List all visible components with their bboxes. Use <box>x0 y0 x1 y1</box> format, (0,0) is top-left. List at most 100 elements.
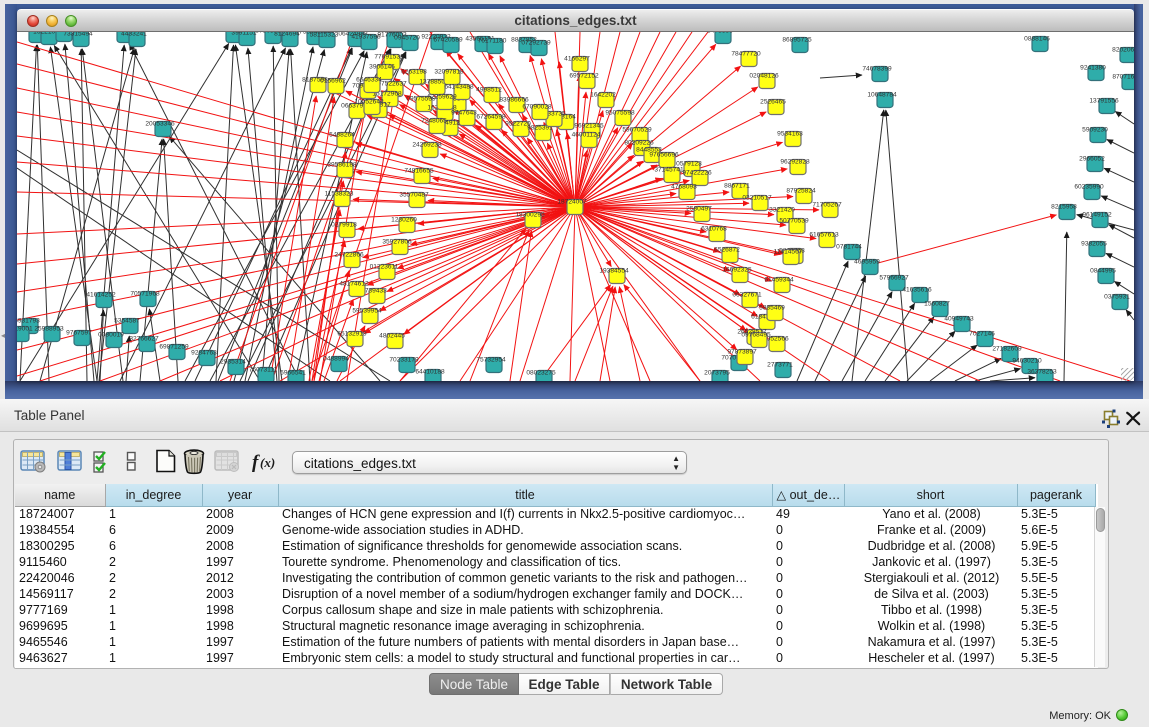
svg-text:5354587: 5354587 <box>114 318 140 325</box>
svg-text:69871259: 69871259 <box>159 344 189 351</box>
svg-text:27182609: 27182609 <box>992 346 1022 353</box>
svg-text:3906146: 3906146 <box>369 64 395 71</box>
svg-text:5488264: 5488264 <box>329 132 355 139</box>
svg-text:86895725: 86895725 <box>782 37 812 44</box>
svg-text:50770539: 50770539 <box>779 218 809 225</box>
svg-text:5835469: 5835469 <box>759 305 785 312</box>
svg-text:96921345: 96921345 <box>574 123 604 130</box>
svg-text:6263198: 6263198 <box>401 69 427 76</box>
svg-text:97656696: 97656696 <box>649 152 679 159</box>
svg-text:1560827: 1560827 <box>924 301 950 308</box>
svg-text:9767597: 9767597 <box>66 330 92 337</box>
svg-text:0279918: 0279918 <box>331 222 357 229</box>
svg-text:4998512: 4998512 <box>476 87 502 94</box>
svg-text:10648784: 10648784 <box>867 92 897 99</box>
svg-text:4768093: 4768093 <box>671 184 697 191</box>
svg-text:0579123: 0579123 <box>676 161 702 168</box>
svg-text:3991151: 3991151 <box>231 32 257 37</box>
svg-text:70233179: 70233179 <box>389 357 419 364</box>
svg-text:71705267: 71705267 <box>812 202 842 209</box>
svg-text:4695959: 4695959 <box>854 259 880 266</box>
svg-text:78477720: 78477720 <box>731 51 761 58</box>
svg-text:97422226: 97422226 <box>682 170 712 177</box>
svg-text:94630210: 94630210 <box>1012 358 1042 365</box>
svg-text:19384554: 19384554 <box>599 268 629 275</box>
svg-text:83986666: 83986666 <box>499 97 529 104</box>
svg-text:36378253: 36378253 <box>1027 369 1057 376</box>
svg-text:87925824: 87925824 <box>786 188 816 195</box>
svg-text:0488994: 0488994 <box>323 356 349 363</box>
svg-text:64410188: 64410188 <box>415 369 445 376</box>
svg-text:24269238: 24269238 <box>412 142 442 149</box>
svg-text:20053346: 20053346 <box>145 121 175 128</box>
svg-text:58115323: 58115323 <box>310 32 339 39</box>
svg-text:8202067: 8202067 <box>1112 47 1134 54</box>
svg-text:9241380: 9241380 <box>1080 65 1106 72</box>
svg-text:2935314: 2935314 <box>220 359 246 366</box>
svg-text:37145741: 37145741 <box>654 167 684 174</box>
svg-text:67264598: 67264598 <box>476 114 506 121</box>
svg-text:74678399: 74678399 <box>862 66 892 73</box>
svg-text:2526465: 2526465 <box>760 99 786 106</box>
svg-text:69572152: 69572152 <box>569 73 599 80</box>
svg-text:11538323: 11538323 <box>325 191 354 198</box>
svg-text:24722866: 24722866 <box>334 252 364 259</box>
svg-text:62259629: 62259629 <box>427 94 457 101</box>
svg-text:86219001: 86219001 <box>17 326 33 333</box>
svg-text:03210517: 03210517 <box>742 195 772 202</box>
svg-text:97873897: 97873897 <box>727 349 757 356</box>
svg-text:0375931: 0375931 <box>1104 294 1130 301</box>
svg-text:65132919: 65132919 <box>337 331 367 338</box>
svg-text:7248065: 7248065 <box>421 118 447 125</box>
svg-text:76171180: 76171180 <box>478 38 507 45</box>
svg-text:9382055: 9382055 <box>1081 241 1107 248</box>
svg-text:80209226: 80209226 <box>624 140 654 147</box>
svg-text:9284763: 9284763 <box>191 350 217 357</box>
svg-text:41635616: 41635616 <box>902 287 932 294</box>
svg-text:02048126: 02048126 <box>749 73 779 80</box>
svg-text:57966927: 57966927 <box>879 275 909 282</box>
svg-text:4433241: 4433241 <box>121 32 147 38</box>
svg-text:0844995: 0844995 <box>1090 268 1116 275</box>
svg-text:77691531: 77691531 <box>374 54 404 61</box>
svg-text:2966052: 2966052 <box>1079 156 1105 163</box>
svg-text:46001124: 46001124 <box>572 132 601 139</box>
svg-text:08023275: 08023275 <box>526 370 556 377</box>
svg-text:0156962: 0156962 <box>320 78 346 85</box>
svg-text:70571968: 70571968 <box>130 291 160 298</box>
svg-text:59539954: 59539954 <box>352 308 382 315</box>
svg-text:60235990: 60235990 <box>1074 184 1104 191</box>
svg-text:6931793: 6931793 <box>17 318 40 325</box>
svg-text:06327671: 06327671 <box>732 292 762 299</box>
svg-text:8124694: 8124694 <box>274 32 300 38</box>
svg-text:(x): (x) <box>260 455 275 470</box>
svg-text:41614252: 41614252 <box>86 292 116 299</box>
svg-text:1230260: 1230260 <box>391 217 417 224</box>
svg-text:0888146: 0888146 <box>1024 36 1050 43</box>
svg-text:32766627: 32766627 <box>129 336 159 343</box>
svg-text:87071624: 87071624 <box>1112 74 1134 81</box>
svg-text:35927806: 35927806 <box>382 239 412 246</box>
svg-text:6310768: 6310768 <box>701 226 727 233</box>
svg-text:2580497: 2580497 <box>686 206 712 213</box>
svg-text:6526872: 6526872 <box>714 247 740 254</box>
svg-text:10052642: 10052642 <box>354 99 384 106</box>
svg-text:61459344: 61459344 <box>764 277 794 284</box>
svg-text:59670529: 59670529 <box>622 127 652 134</box>
svg-text:2073795: 2073795 <box>704 370 730 377</box>
svg-text:9747643: 9747643 <box>451 110 477 117</box>
svg-text:6646334: 6646334 <box>356 77 382 84</box>
svg-text:8867171: 8867171 <box>724 183 750 190</box>
svg-text:4166297: 4166297 <box>564 56 590 63</box>
svg-text:75732954: 75732954 <box>476 357 506 364</box>
svg-text:61657613: 61657613 <box>809 232 839 239</box>
svg-text:32097819: 32097819 <box>434 69 464 76</box>
svg-text:18300295: 18300295 <box>515 212 545 219</box>
svg-text:5966541: 5966541 <box>280 370 306 377</box>
svg-text:40949743: 40949743 <box>944 316 974 323</box>
svg-text:67090028: 67090028 <box>522 104 552 111</box>
svg-text:16692325: 16692325 <box>722 267 752 274</box>
svg-text:95075598: 95075598 <box>605 110 635 117</box>
svg-text:8473356: 8473356 <box>707 32 733 35</box>
svg-text:96292828: 96292828 <box>780 159 810 166</box>
